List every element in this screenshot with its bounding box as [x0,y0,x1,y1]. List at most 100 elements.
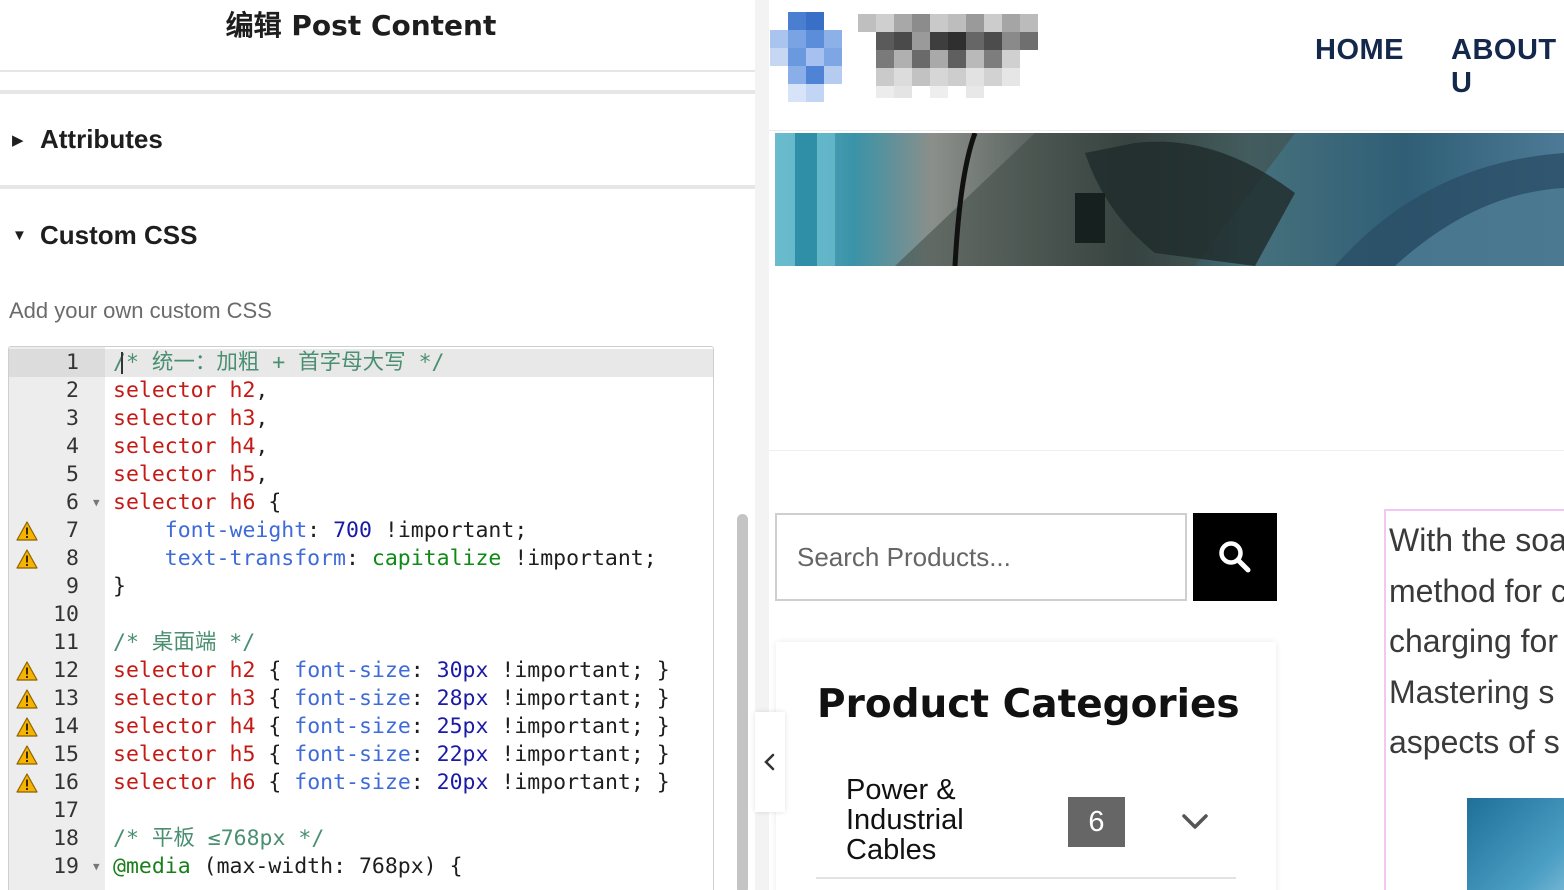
code-line[interactable]: 2 selector h2, [9,377,713,405]
code-line[interactable]: 4 selector h4, [9,433,713,461]
code-token: { [268,714,282,739]
code-line[interactable]: 7 font-weight: 700 !important; [9,517,713,545]
chevron-down-icon[interactable] [1180,806,1210,836]
code-line[interactable]: 17 [9,797,713,825]
intro-text-block[interactable]: With the soa method for c charging for M… [1384,509,1564,890]
attributes-label: Attributes [40,124,163,154]
code-line[interactable]: 3 selector h3, [9,405,713,433]
code-token: h6 [229,490,256,515]
code-line[interactable]: 14 selector h4 { font-size: 25px !importa… [9,713,713,741]
code-token: h5 [229,462,256,487]
search-button[interactable] [1193,513,1277,601]
code-text: selector h2 { font-size: 30px !important… [113,657,670,685]
line-number: 4 [66,434,79,459]
fold-arrow-icon[interactable]: ▼ [93,853,100,881]
code-line[interactable]: 6 ▼ selector h6 { [9,489,713,517]
custom-css-toggle[interactable]: ▼ Custom CSS [12,220,197,251]
code-line[interactable]: 18 /* 平板 ≤768px */ [9,825,713,853]
code-token: , [255,462,269,487]
code-token: 30px [436,658,489,683]
nav-about[interactable]: ABOUT U [1451,34,1564,100]
code-token: h3 [229,406,256,431]
intro-paragraph: With the soa method for c charging for M… [1389,515,1564,768]
code-line[interactable]: 11 /* 桌面端 */ [9,629,713,657]
code-line[interactable]: 19 ▼ @media (max-width: 768px) { [9,853,713,881]
code-token: @media [113,854,191,879]
code-token: !important; [501,714,644,739]
categories-title: Product Categories [817,682,1240,727]
code-text: text-transform: capitalize !important; [113,545,657,573]
code-token: font-size [294,658,411,683]
code-token: { [268,658,282,683]
code-line[interactable]: 13 selector h3 { font-size: 28px !importa… [9,685,713,713]
code-token: : [346,546,359,571]
line-number: 13 [53,686,79,711]
code-text: @media (max-width: 768px) { [113,853,463,881]
intro-line: charging for [1389,623,1558,659]
attributes-toggle[interactable]: ▶ Attributes [12,124,163,155]
code-line[interactable]: 10 [9,601,713,629]
intro-line: With the soa [1389,522,1564,558]
collapse-panel-button[interactable] [755,712,785,812]
category-link[interactable]: Power & Industrial Cables [846,775,1046,865]
product-search-input[interactable]: Search Products... [775,513,1187,601]
code-text: selector h4, [113,433,268,461]
code-line[interactable]: 9} [9,573,713,601]
code-token: 22px [436,742,489,767]
code-token: , [255,406,269,431]
search-placeholder: Search Products... [797,541,1011,572]
line-number: 19 [53,854,79,879]
line-number: 16 [53,770,79,795]
code-token: 20px [436,770,489,795]
code-token: !important; [501,770,644,795]
chevron-left-icon [764,753,775,771]
code-token: h2 [229,378,256,403]
code-token: capitalize [371,546,502,571]
category-count-badge: 6 [1068,797,1125,847]
code-token: 700 [333,518,372,543]
code-token: h6 [229,770,256,795]
nav-home[interactable]: HOME [1315,34,1404,67]
code-line[interactable]: 12 selector h2 { font-size: 30px !importa… [9,657,713,685]
code-text: selector h4 { font-size: 25px !important… [113,713,670,741]
code-token: !important; [501,686,644,711]
fold-arrow-icon[interactable]: ▼ [93,489,100,517]
code-token: !important; [384,518,528,543]
code-line[interactable]: 8 text-transform: capitalize !important; [9,545,713,573]
code-token: font-size [294,770,411,795]
code-line[interactable]: 16 selector h6 { font-size: 20px !importa… [9,769,713,797]
code-token: selector [113,742,217,767]
code-token: font-size [294,714,411,739]
css-code-editor[interactable]: 1 /* 统一：加粗 + 首字母大写 */ 2 selector h2, 3 select… [8,346,714,890]
intro-line: Mastering s [1389,673,1555,710]
code-line[interactable]: 15 selector h5 { font-size: 22px !importa… [9,741,713,769]
line-number: 17 [53,798,79,823]
content-divider [769,450,1564,451]
code-token: h2 [229,658,256,683]
code-token: h4 [229,434,256,459]
code-token: , [255,434,269,459]
code-token: { [268,490,282,515]
code-token: selector [113,770,217,795]
line-number: 2 [66,378,79,403]
code-token: selector [113,434,217,459]
code-token: } [656,742,670,767]
code-token: : [410,658,424,683]
code-line[interactable]: 1 /* 统一：加粗 + 首字母大写 */ [9,349,713,377]
caret-down-icon: ▼ [12,227,27,244]
site-logo[interactable] [770,12,1040,104]
panel-scrollbar[interactable] [737,514,748,890]
code-line[interactable]: 5 selector h5, [9,461,713,489]
